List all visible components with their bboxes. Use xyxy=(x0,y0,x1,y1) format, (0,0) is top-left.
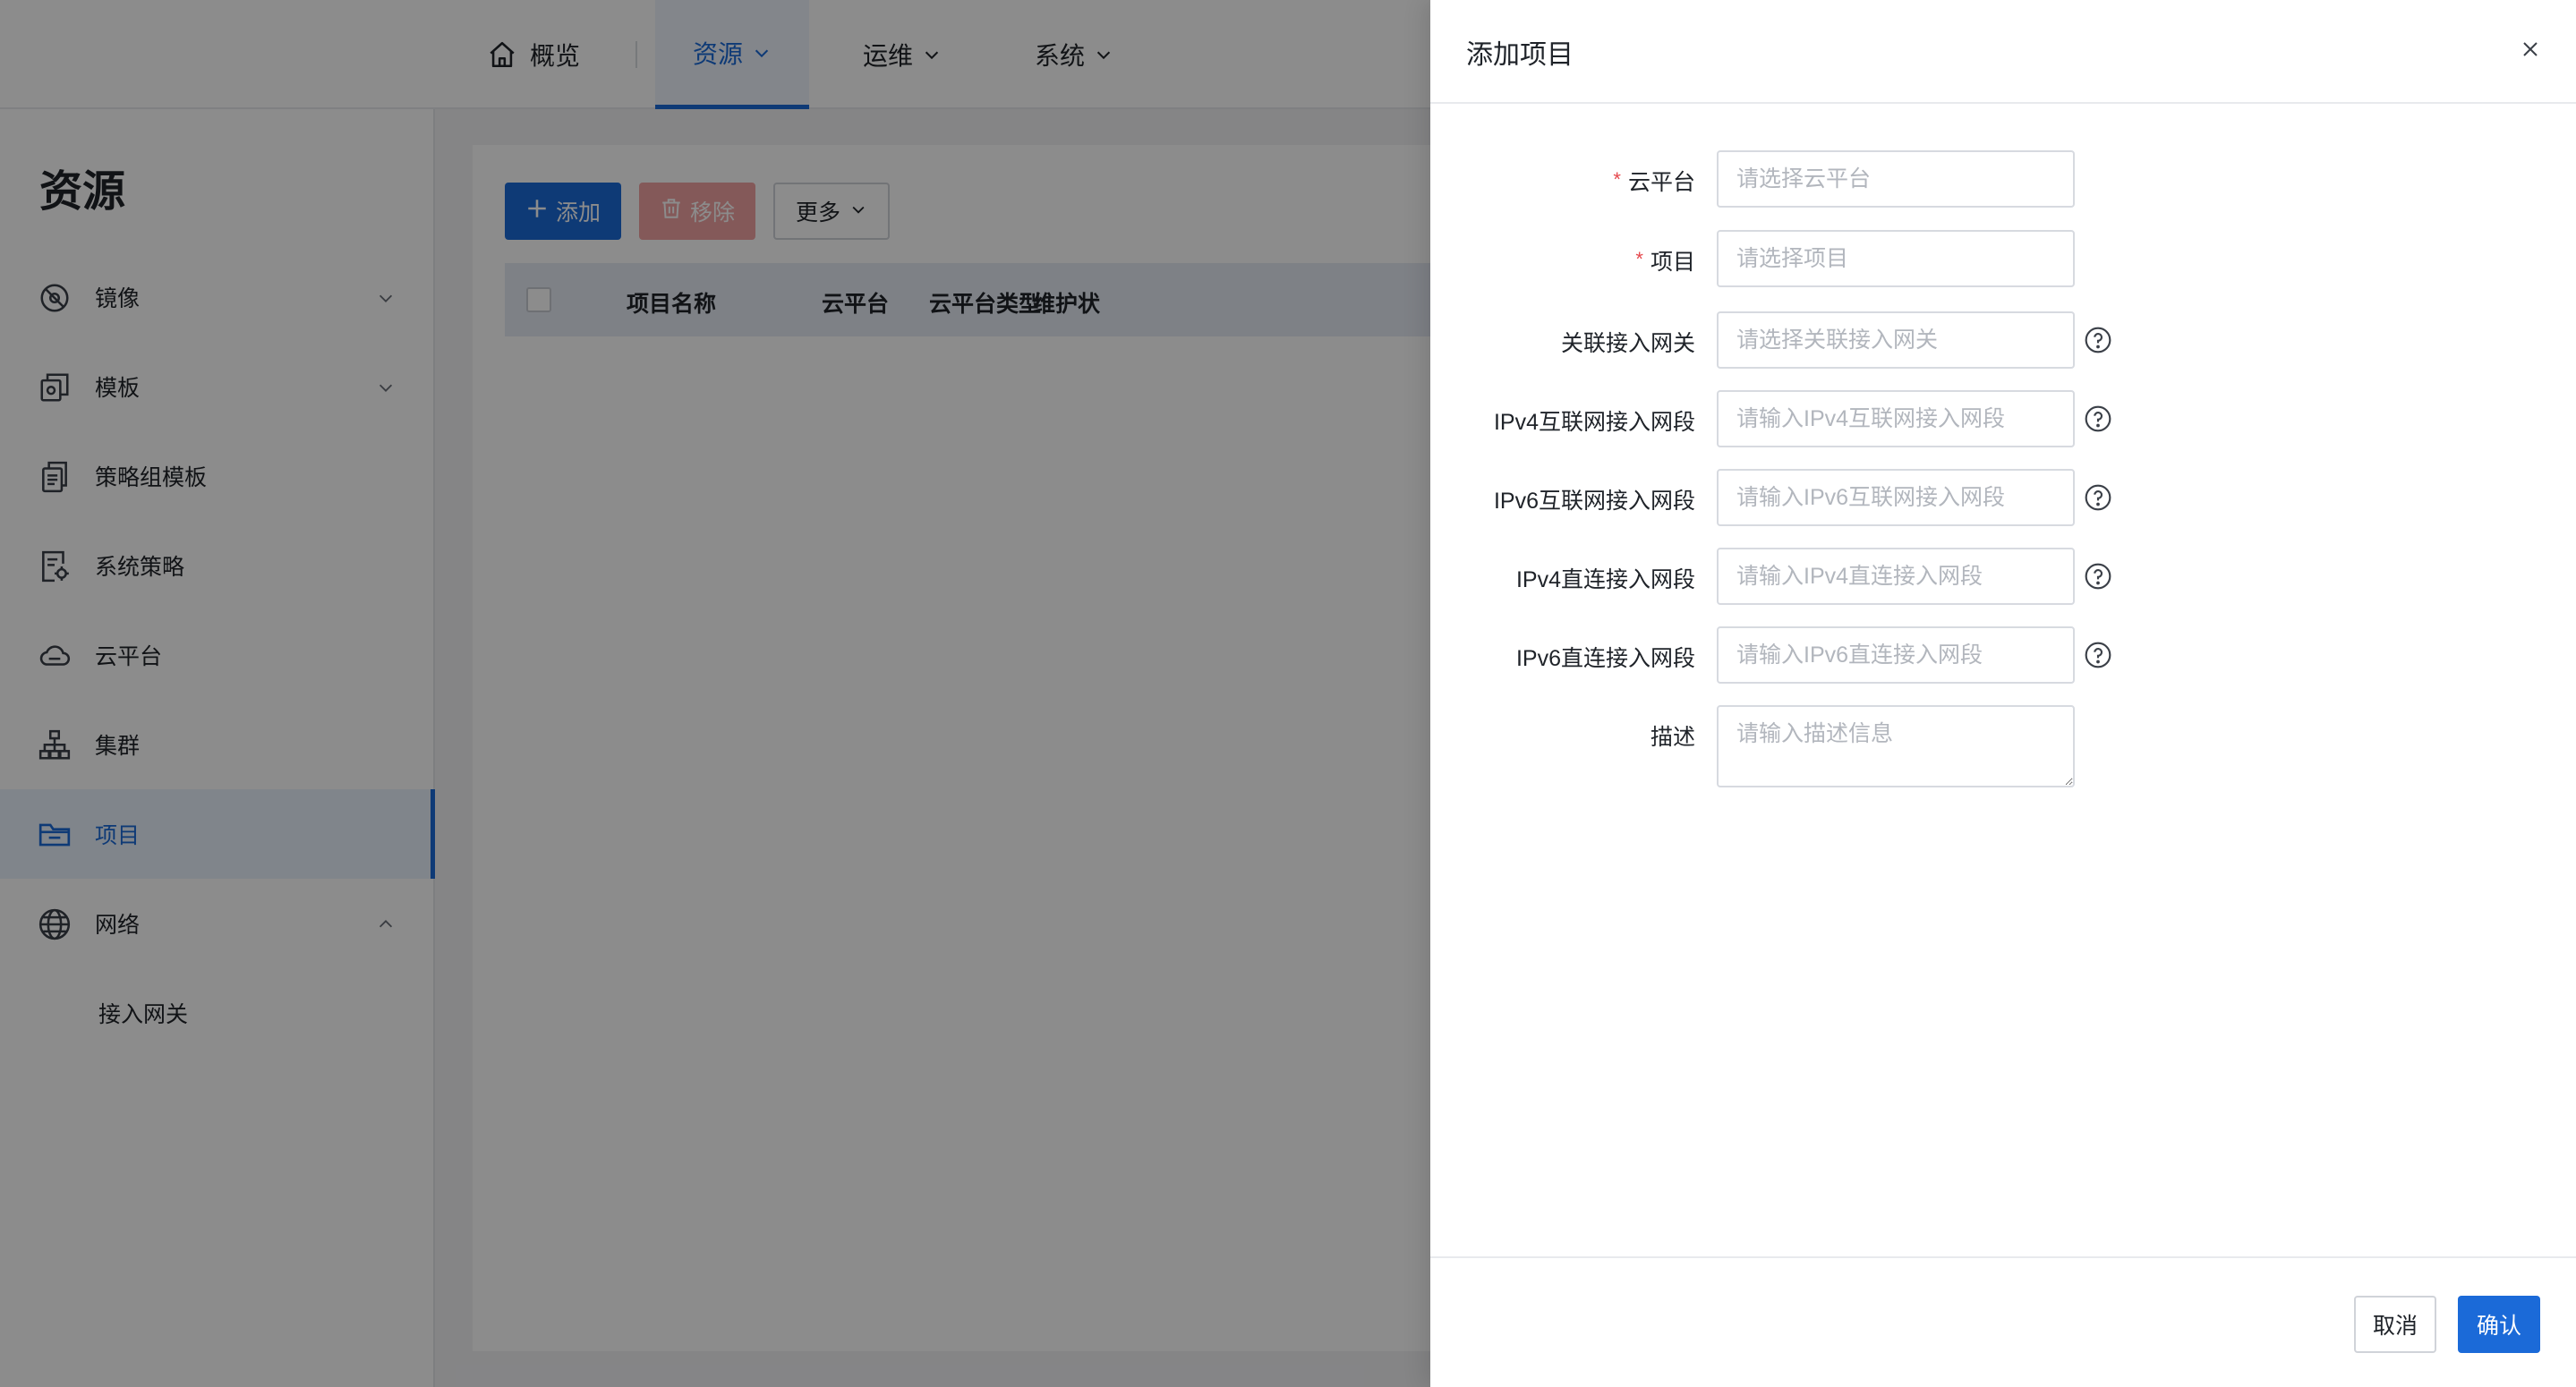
help-icon[interactable] xyxy=(2084,641,2112,669)
help-icon[interactable] xyxy=(2084,562,2112,591)
form-row-ipv6-direct: IPv6直连接入网段 xyxy=(1430,626,2576,684)
drawer-title: 添加项目 xyxy=(1466,40,1574,70)
help-icon[interactable] xyxy=(2084,404,2112,433)
access-gateway-select[interactable] xyxy=(1717,311,2075,369)
ipv4-internet-label: IPv4互联网接入网段 xyxy=(1493,410,1695,435)
description-label: 描述 xyxy=(1650,725,1695,750)
ipv4-internet-input[interactable] xyxy=(1717,390,2075,447)
project-label-text: 项目 xyxy=(1650,250,1695,275)
ipv6-direct-label: IPv6直连接入网段 xyxy=(1515,646,1695,671)
confirm-button[interactable]: 确认 xyxy=(2458,1296,2540,1353)
close-icon xyxy=(2520,38,2541,64)
ipv6-direct-input[interactable] xyxy=(1717,626,2075,684)
ipv6-internet-input[interactable] xyxy=(1717,469,2075,526)
required-marker: * xyxy=(1635,248,1643,270)
drawer-header: 添加项目 xyxy=(1430,0,2576,104)
cancel-button[interactable]: 取消 xyxy=(2354,1296,2436,1353)
help-icon[interactable] xyxy=(2084,326,2112,354)
form-row-access-gateway: 关联接入网关 xyxy=(1430,311,2576,369)
ipv6-internet-label: IPv6互联网接入网段 xyxy=(1493,489,1695,514)
cloud-platform-label-text: 云平台 xyxy=(1627,170,1695,195)
close-button[interactable] xyxy=(2515,36,2546,66)
project-select[interactable] xyxy=(1717,230,2075,287)
project-label: * 项目 xyxy=(1635,244,1695,277)
form-row-description: 描述 xyxy=(1430,705,2576,787)
required-marker: * xyxy=(1613,168,1621,191)
form-row-cloud-platform: * 云平台 xyxy=(1430,150,2576,208)
form-row-ipv4-internet: IPv4互联网接入网段 xyxy=(1430,390,2576,447)
add-project-drawer: 添加项目 * 云平台 * 项目 关联接入网关 IPv4互联网接入网段 IPv6互联网… xyxy=(1430,0,2576,1387)
form-row-project: * 项目 xyxy=(1430,230,2576,287)
form-row-ipv4-direct: IPv4直连接入网段 xyxy=(1430,548,2576,605)
access-gateway-label: 关联接入网关 xyxy=(1560,331,1695,356)
description-textarea[interactable] xyxy=(1717,705,2075,787)
drawer-footer: 取消 确认 xyxy=(1430,1256,2576,1387)
ipv4-direct-label: IPv4直连接入网段 xyxy=(1515,567,1695,592)
modal-overlay[interactable] xyxy=(0,0,1430,1387)
form-row-ipv6-internet: IPv6互联网接入网段 xyxy=(1430,469,2576,526)
cloud-platform-label: * 云平台 xyxy=(1613,165,1695,197)
ipv4-direct-input[interactable] xyxy=(1717,548,2075,605)
cloud-platform-select[interactable] xyxy=(1717,150,2075,208)
help-icon[interactable] xyxy=(2084,483,2112,512)
